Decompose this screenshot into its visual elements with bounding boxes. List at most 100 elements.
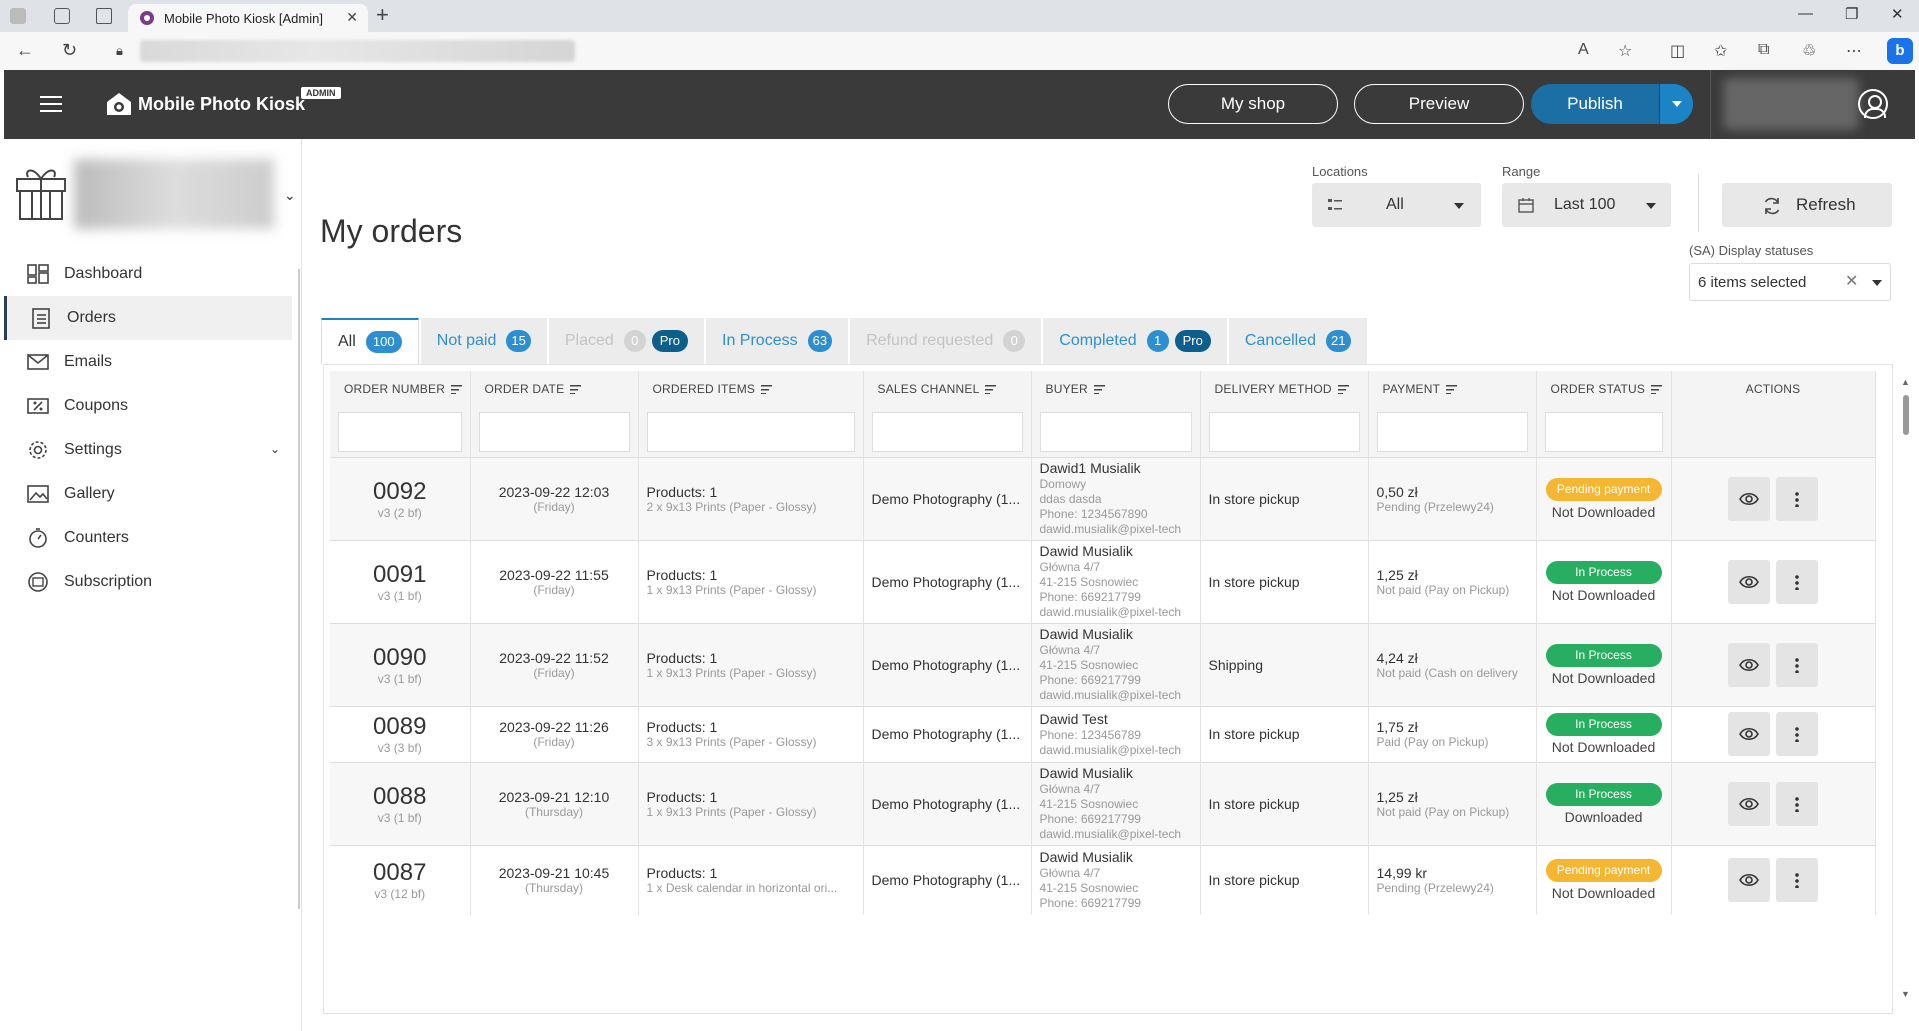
- more-actions-button[interactable]: [1776, 642, 1818, 687]
- workspaces-icon[interactable]: [54, 8, 70, 24]
- profile-icon[interactable]: [10, 8, 26, 24]
- table-row[interactable]: 0087 v3 (12 bf) 2023-09-21 10:45 (Thursday)…: [330, 844, 1876, 915]
- tab-not-paid[interactable]: Not paid 15: [420, 318, 547, 364]
- column-header[interactable]: BUYER: [1031, 371, 1201, 407]
- order-number-cell[interactable]: 0089 v3 (3 bf): [330, 705, 471, 762]
- table-row[interactable]: 0090 v3 (1 bf) 2023-09-22 11:52 (Friday) Pro…: [330, 622, 1876, 706]
- sidebar-item-subscription[interactable]: Subscription: [4, 560, 292, 604]
- column-header[interactable]: ORDER STATUS: [1536, 371, 1672, 407]
- grid-scroll-thumb[interactable]: [1903, 395, 1909, 435]
- my-shop-button[interactable]: My shop: [1168, 84, 1338, 124]
- close-window-icon[interactable]: ✕: [1891, 5, 1904, 23]
- favorites-icon[interactable]: ✩: [1714, 41, 1727, 61]
- sort-icon[interactable]: [761, 385, 773, 395]
- view-order-button[interactable]: [1728, 712, 1770, 756]
- sort-icon[interactable]: [1446, 385, 1458, 395]
- sidebar-item-counters[interactable]: Counters: [4, 516, 292, 560]
- split-screen-icon[interactable]: ◫: [1670, 41, 1685, 61]
- sort-icon[interactable]: [1651, 385, 1663, 395]
- more-actions-button[interactable]: [1776, 858, 1818, 903]
- sort-icon[interactable]: [1093, 385, 1105, 395]
- statuses-select[interactable]: 6 items selected ✕: [1689, 263, 1891, 301]
- column-header[interactable]: ORDER NUMBER: [330, 371, 471, 407]
- menu-icon[interactable]: [40, 96, 62, 112]
- column-header[interactable]: ORDER DATE: [470, 371, 639, 407]
- sort-icon[interactable]: [1337, 385, 1349, 395]
- reload-icon[interactable]: ↻: [62, 40, 77, 61]
- sidebar-item-orders[interactable]: Orders: [4, 296, 292, 340]
- column-filter-input[interactable]: [1208, 411, 1360, 452]
- table-row[interactable]: 0091 v3 (1 bf) 2023-09-22 11:55 (Friday) Pro…: [330, 539, 1876, 623]
- column-filter-input[interactable]: [871, 411, 1023, 452]
- collections-icon[interactable]: ⧉: [1758, 41, 1769, 59]
- brand-name[interactable]: Mobile Photo Kiosk: [138, 94, 305, 115]
- order-number-cell[interactable]: 0088 v3 (1 bf): [330, 761, 471, 845]
- browser-tab[interactable]: Mobile Photo Kiosk [Admin] ✕: [128, 4, 368, 32]
- more-actions-button[interactable]: [1776, 781, 1818, 826]
- range-select[interactable]: Last 100: [1502, 183, 1671, 227]
- minimize-icon[interactable]: —: [1798, 5, 1813, 22]
- more-actions-button[interactable]: [1776, 559, 1818, 604]
- lock-icon[interactable]: 🔒︎: [116, 43, 123, 59]
- column-header[interactable]: PAYMENT: [1368, 371, 1537, 407]
- clear-icon[interactable]: ✕: [1845, 271, 1858, 291]
- sort-icon[interactable]: [451, 385, 463, 395]
- sort-icon[interactable]: [985, 385, 997, 395]
- view-order-button[interactable]: [1728, 642, 1770, 687]
- table-row[interactable]: 0088 v3 (1 bf) 2023-09-21 12:10 (Thursday) P…: [330, 761, 1876, 845]
- new-tab-button[interactable]: +: [376, 2, 389, 28]
- order-number-cell[interactable]: 0090 v3 (1 bf): [330, 622, 471, 706]
- column-filter-input[interactable]: [338, 411, 462, 452]
- sidebar-item-coupons[interactable]: Coupons: [4, 384, 292, 428]
- table-row[interactable]: 0092 v3 (2 bf) 2023-09-22 12:03 (Friday) Pro…: [330, 456, 1876, 540]
- view-order-button[interactable]: [1728, 559, 1770, 604]
- extensions-icon[interactable]: ♲: [1802, 41, 1816, 61]
- tab-all[interactable]: All 100: [321, 318, 419, 364]
- table-row[interactable]: 0089 v3 (3 bf) 2023-09-22 11:26 (Friday) Pro…: [330, 705, 1876, 762]
- grid-scrollbar[interactable]: ▲ ▼: [1901, 377, 1910, 1017]
- view-order-button[interactable]: [1728, 476, 1770, 521]
- order-number-cell[interactable]: 0087 v3 (12 bf): [330, 844, 471, 915]
- more-actions-button[interactable]: [1776, 712, 1818, 756]
- sort-icon[interactable]: [570, 385, 582, 395]
- store-switch-chevron-icon[interactable]: ⌄: [284, 187, 296, 204]
- tab-in-process[interactable]: In Process 63: [706, 318, 849, 364]
- column-filter-input[interactable]: [646, 411, 855, 452]
- publish-options-icon[interactable]: [1659, 84, 1693, 124]
- sidebar-item-dashboard[interactable]: Dashboard: [4, 252, 292, 296]
- column-filter-input[interactable]: [478, 411, 630, 452]
- sidebar-item-settings[interactable]: Settings ⌄: [4, 428, 292, 472]
- view-order-button[interactable]: [1728, 858, 1770, 903]
- sidebar-item-gallery[interactable]: Gallery: [4, 472, 292, 516]
- preview-button[interactable]: Preview: [1354, 84, 1524, 124]
- locations-select[interactable]: All: [1312, 183, 1481, 227]
- column-header[interactable]: ORDERED ITEMS: [638, 371, 864, 407]
- back-icon[interactable]: ←: [16, 40, 34, 61]
- restore-icon[interactable]: ❐: [1845, 5, 1858, 23]
- more-icon[interactable]: ⋯: [1846, 41, 1862, 61]
- chevron-down-icon[interactable]: ⌄: [270, 442, 280, 456]
- column-header[interactable]: DELIVERY METHOD: [1200, 371, 1369, 407]
- tab-completed[interactable]: Completed 1 Pro: [1043, 318, 1227, 364]
- more-actions-button[interactable]: [1776, 476, 1818, 521]
- refresh-button[interactable]: Refresh: [1722, 183, 1892, 227]
- sidebar-item-emails[interactable]: Emails: [4, 340, 292, 384]
- column-filter-input[interactable]: [1039, 411, 1192, 452]
- copilot-icon[interactable]: b: [1887, 38, 1913, 64]
- column-filter-input[interactable]: [1376, 411, 1528, 452]
- read-aloud-icon[interactable]: A: [1578, 41, 1589, 59]
- order-number-cell[interactable]: 0091 v3 (1 bf): [330, 539, 471, 623]
- chevron-down-icon[interactable]: [1872, 280, 1882, 286]
- tab-cancelled[interactable]: Cancelled 21: [1228, 318, 1367, 364]
- store-name[interactable]: [74, 159, 274, 229]
- column-filter-input[interactable]: [1544, 411, 1663, 452]
- tab-actions-icon[interactable]: [96, 8, 112, 24]
- favorite-star-icon[interactable]: ☆: [1618, 41, 1632, 61]
- close-tab-icon[interactable]: ✕: [346, 9, 358, 26]
- column-header[interactable]: SALES CHANNEL: [863, 371, 1032, 407]
- user-avatar-icon[interactable]: [1858, 89, 1888, 119]
- publish-button[interactable]: Publish: [1531, 84, 1693, 124]
- view-order-button[interactable]: [1728, 781, 1770, 826]
- order-number-cell[interactable]: 0092 v3 (2 bf): [330, 456, 471, 540]
- url-field[interactable]: [140, 40, 575, 62]
